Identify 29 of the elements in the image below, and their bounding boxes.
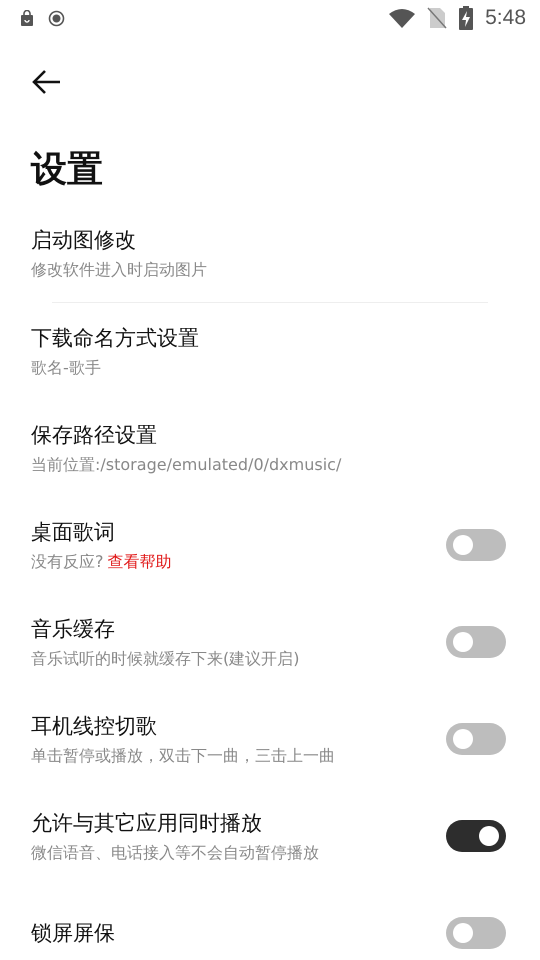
help-link[interactable]: 查看帮助 bbox=[108, 552, 172, 571]
toggle-switch[interactable] bbox=[446, 529, 506, 561]
toggle-switch[interactable] bbox=[446, 723, 506, 755]
toggle-switch[interactable] bbox=[446, 626, 506, 658]
setting-title[interactable]: 允许与其它应用同时播放 bbox=[31, 808, 319, 838]
setting-title[interactable]: 下载命名方式设置 bbox=[31, 323, 199, 353]
setting-description: 歌名-歌手 bbox=[31, 358, 101, 377]
battery-charging-icon bbox=[459, 6, 474, 30]
setting-title[interactable]: 桌面歌词 bbox=[31, 517, 172, 547]
wifi-icon bbox=[389, 8, 416, 28]
status-time: 5:48 bbox=[485, 6, 526, 30]
no-sim-icon bbox=[427, 7, 448, 29]
setting-title[interactable]: 保存路径设置 bbox=[31, 420, 342, 450]
toggle-switch[interactable] bbox=[446, 820, 506, 852]
setting-title[interactable]: 启动图修改 bbox=[31, 225, 207, 255]
back-arrow-icon[interactable] bbox=[31, 69, 61, 95]
shopping-bag-icon bbox=[20, 10, 34, 26]
page-title: 设置 bbox=[31, 148, 104, 192]
setting-description: 当前位置:/storage/emulated/0/dxmusic/ bbox=[31, 455, 342, 474]
setting-title[interactable]: 锁屏屏保 bbox=[31, 918, 115, 948]
record-icon bbox=[48, 10, 65, 26]
setting-description: 修改软件进入时启动图片 bbox=[31, 260, 207, 279]
setting-description: 没有反应? bbox=[31, 552, 104, 571]
setting-description: 单击暂停或播放，双击下一曲，三击上一曲 bbox=[31, 746, 335, 765]
setting-title[interactable]: 耳机线控切歌 bbox=[31, 711, 335, 741]
setting-title[interactable]: 音乐缓存 bbox=[31, 614, 300, 644]
setting-description: 微信语音、电话接入等不会自动暂停播放 bbox=[31, 843, 319, 862]
toggle-switch[interactable] bbox=[446, 917, 506, 949]
setting-description: 音乐试听的时候就缓存下来(建议开启) bbox=[31, 649, 300, 668]
